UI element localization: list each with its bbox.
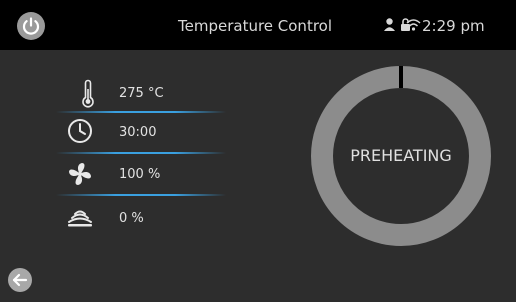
- divider: [56, 152, 226, 154]
- steam-icon: [68, 210, 92, 227]
- power-icon: [22, 17, 40, 35]
- status-label: PREHEATING: [350, 146, 452, 165]
- thermometer-icon: [82, 79, 94, 108]
- screen-title: Temperature Control: [178, 17, 333, 35]
- fan-speed-value[interactable]: 100 %: [119, 167, 160, 183]
- progress-marker: [399, 66, 403, 88]
- preheat-progress: PREHEATING: [311, 66, 491, 246]
- person-icon: [384, 18, 395, 31]
- power-button[interactable]: [17, 12, 45, 40]
- back-arrow-icon: [12, 273, 28, 287]
- top-bar: Temperature Control 2:29 pm: [0, 0, 516, 50]
- back-button[interactable]: [8, 268, 32, 292]
- oven-screen: Temperature Control 2:29 pm 275 °C 30:00: [0, 0, 516, 302]
- wifi-icon: [406, 19, 421, 31]
- divider: [56, 111, 226, 113]
- divider: [56, 194, 226, 196]
- clock-icon: [68, 119, 92, 143]
- steam-value[interactable]: 0 %: [119, 211, 144, 227]
- fan-icon: [69, 163, 91, 185]
- timer-value[interactable]: 30:00: [119, 125, 156, 141]
- clock: 2:29 pm: [422, 17, 485, 35]
- temperature-value[interactable]: 275 °C: [119, 86, 164, 102]
